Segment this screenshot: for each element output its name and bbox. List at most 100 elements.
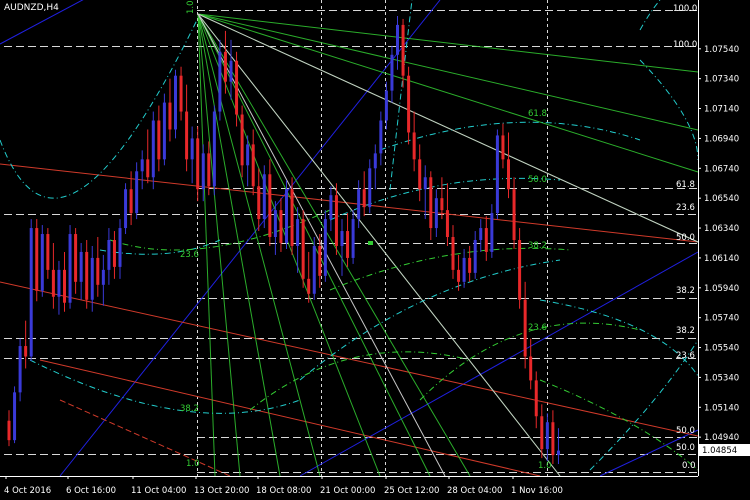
fibo-level-label: 38.2 bbox=[676, 286, 695, 296]
fibo-level-label: 61.8 bbox=[676, 180, 695, 190]
candle-body bbox=[301, 219, 305, 279]
candle-body bbox=[196, 138, 200, 190]
candle-body bbox=[329, 195, 333, 220]
time-tick-label: 13 Oct 20:00 bbox=[194, 486, 249, 496]
candle-body bbox=[323, 219, 327, 276]
channel-line-red bbox=[0, 163, 699, 243]
candle-body bbox=[396, 24, 399, 55]
candle-body bbox=[451, 237, 455, 270]
candle-body bbox=[207, 153, 211, 187]
fibo-level-label: 0.0 bbox=[682, 461, 696, 471]
candle-body bbox=[418, 159, 422, 190]
candle-body bbox=[440, 198, 444, 211]
time-tick-label: 4 Oct 2016 bbox=[4, 486, 51, 496]
candle-body bbox=[368, 168, 372, 208]
candle-body bbox=[479, 228, 483, 240]
candle-body bbox=[290, 189, 294, 246]
price-tick-label: 1.06740 bbox=[704, 164, 739, 174]
axes-layer: 1.07540 1.07340 1.07140 1.06940 1.06740 1.065… bbox=[0, 0, 750, 496]
fibo-arc-label: 23.6 bbox=[180, 250, 199, 260]
fibo-arc-label: 23.6 bbox=[528, 323, 547, 333]
candle-body bbox=[529, 356, 533, 381]
candle-body bbox=[390, 54, 394, 91]
candle-body bbox=[318, 245, 322, 276]
fibo-arc bbox=[379, 121, 641, 151]
candle-body bbox=[29, 228, 33, 357]
candle-body bbox=[107, 240, 111, 270]
candle-body bbox=[484, 228, 488, 252]
time-tick-label: 28 Oct 04:00 bbox=[447, 486, 502, 496]
candle-body bbox=[101, 269, 105, 285]
fibo-level-label: 50.0 bbox=[676, 233, 695, 243]
candle-body bbox=[523, 299, 527, 357]
candle-body bbox=[412, 132, 416, 160]
candle-body bbox=[490, 213, 494, 252]
trend-line-blue bbox=[59, 0, 441, 477]
candle-body bbox=[79, 251, 83, 282]
candle-body bbox=[468, 257, 472, 273]
price-tick-label: 1.05340 bbox=[704, 373, 739, 383]
candle-body bbox=[74, 234, 78, 282]
candle-body bbox=[545, 422, 549, 450]
candles-layer bbox=[7, 15, 560, 465]
candle-body bbox=[68, 234, 72, 303]
fibo-fan-line-gray bbox=[197, 13, 699, 243]
candle-body bbox=[246, 144, 250, 166]
candle-body bbox=[135, 171, 139, 214]
candle-body bbox=[129, 189, 133, 214]
fibo-arc bbox=[639, 59, 699, 161]
candle-body bbox=[551, 422, 555, 456]
candle-body bbox=[495, 135, 499, 214]
candle-body bbox=[423, 177, 427, 190]
candle-body bbox=[96, 257, 100, 285]
candle-body bbox=[518, 240, 522, 300]
candle-body bbox=[57, 269, 61, 297]
candle-body bbox=[168, 102, 172, 130]
time-tick-label: 6 Oct 16:00 bbox=[66, 486, 116, 496]
price-tick-label: 1.07140 bbox=[704, 105, 739, 115]
candle-body bbox=[7, 420, 11, 441]
candle-body bbox=[223, 51, 227, 82]
fibo-level-label: 23.6 bbox=[676, 203, 695, 213]
candle-body bbox=[146, 159, 150, 178]
candle-body bbox=[240, 114, 244, 166]
candle-body bbox=[24, 346, 28, 357]
candle-body bbox=[307, 278, 311, 294]
fibo-arc-label: 38.2 bbox=[180, 404, 199, 414]
candle-body bbox=[279, 210, 283, 243]
time-tick-label: 25 Oct 12:00 bbox=[384, 486, 439, 496]
candle-body bbox=[63, 269, 66, 303]
candle-body bbox=[462, 257, 466, 282]
candle-body bbox=[351, 219, 355, 258]
fibo-fan-line bbox=[197, 13, 699, 73]
candle-body bbox=[124, 189, 128, 229]
fibo-fan-line bbox=[197, 13, 699, 173]
candle-body bbox=[251, 144, 255, 187]
fibo-point-marker bbox=[368, 241, 373, 245]
candle-body bbox=[473, 240, 477, 273]
time-tick-label: 21 Oct 00:00 bbox=[320, 486, 375, 496]
candle-body bbox=[179, 75, 183, 112]
candle-body bbox=[501, 135, 505, 160]
candle-body bbox=[174, 75, 177, 130]
candle-body bbox=[18, 346, 22, 393]
current-price-label: 1.04854 bbox=[702, 446, 737, 456]
price-tick-label: 1.06140 bbox=[704, 254, 739, 264]
fibo-arc bbox=[99, 239, 221, 255]
fibo-arc-label: 61.8 bbox=[528, 109, 547, 119]
fibo-arc bbox=[29, 359, 301, 414]
fibo-fan-line-gray bbox=[197, 13, 561, 477]
fibo-bottom-label: 1.0 bbox=[538, 461, 552, 471]
candle-body bbox=[434, 198, 438, 229]
candle-body bbox=[407, 75, 411, 133]
candle-body bbox=[51, 269, 55, 297]
candle-body bbox=[540, 416, 544, 450]
candle-body bbox=[262, 174, 266, 220]
candle-body bbox=[273, 210, 277, 238]
fibo-level-label: 100.0 bbox=[673, 4, 697, 14]
price-tick-label: 1.06940 bbox=[704, 134, 739, 144]
fibo-arc-label: 38.2 bbox=[528, 241, 547, 251]
candle-body bbox=[112, 240, 116, 267]
price-tick-label: 1.05140 bbox=[704, 403, 739, 413]
price-chart[interactable]: 1.07540 1.07340 1.07140 1.06940 1.06740 1.065… bbox=[0, 0, 750, 500]
